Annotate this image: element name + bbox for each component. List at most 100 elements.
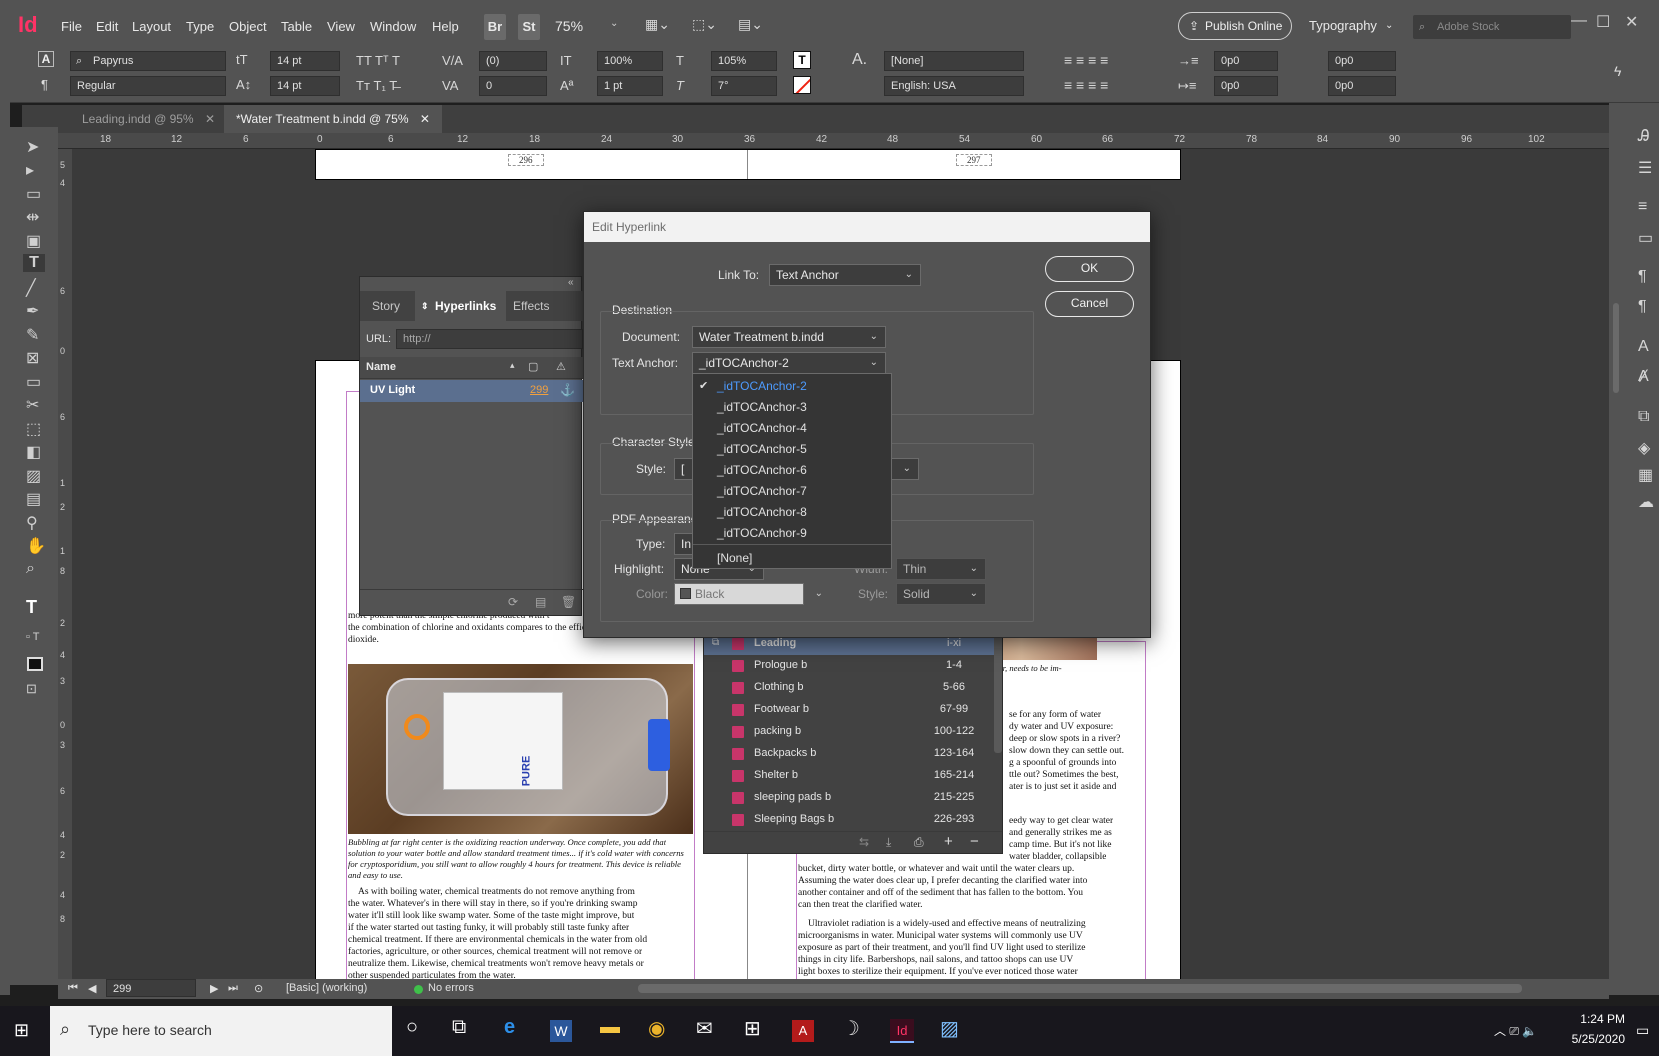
dropdown-item[interactable]: _idTOCAnchor-4 <box>717 421 807 435</box>
menu-type[interactable]: Type <box>186 19 214 34</box>
selection-tool-icon[interactable]: ➤ <box>26 137 39 157</box>
page-tool-icon[interactable]: ▭ <box>26 184 41 204</box>
first-page-icon[interactable]: ⏮ <box>68 982 78 995</box>
horizontal-scrollbar[interactable] <box>638 984 1522 993</box>
view-options-icon[interactable]: ⬚⌄ <box>692 16 717 33</box>
mail-icon[interactable]: ✉ <box>696 1016 713 1041</box>
screen-mode-icon[interactable]: ⊡ <box>26 681 37 697</box>
hyperlink-page[interactable]: 299 <box>530 384 548 396</box>
refresh-icon[interactable]: ⟳ <box>508 595 518 609</box>
word-icon[interactable]: W <box>550 1020 572 1042</box>
fill-stroke-icon[interactable]: T <box>26 597 37 618</box>
border-style-select[interactable]: Solid ⌄ <box>896 583 986 605</box>
adobe-stock-search[interactable]: ⌕ Adobe Stock <box>1413 15 1571 39</box>
bridge-button[interactable]: Br <box>484 14 506 40</box>
paragraph-mode-icon[interactable]: ¶ <box>41 77 48 92</box>
task-view-icon[interactable]: ⧉ <box>452 1016 466 1039</box>
document-select[interactable]: Water Treatment b.indd ⌄ <box>692 326 886 348</box>
character-style-field[interactable]: [None] <box>884 51 1024 71</box>
tab-leading[interactable]: Leading.indd @ 95% ✕ <box>70 105 227 133</box>
book-row[interactable]: Backpacks b 123-164 <box>704 743 994 765</box>
scrollbar-thumb[interactable] <box>994 633 1002 753</box>
line-tool-icon[interactable]: ╱ <box>26 278 36 298</box>
preflight-profile[interactable]: [Basic] (working) <box>286 982 367 994</box>
indesign-taskbar-icon[interactable]: Id <box>890 1019 914 1043</box>
font-family-field[interactable]: ⌕ Papyrus <box>70 51 226 71</box>
stroke-none-icon[interactable] <box>793 76 811 94</box>
direct-selection-icon[interactable]: ▸ <box>26 160 34 180</box>
scissors-icon[interactable]: ✂ <box>26 395 39 415</box>
book-row[interactable]: Clothing b 5-66 <box>704 677 994 699</box>
trash-icon[interactable]: 🗑 <box>561 595 576 609</box>
menu-help[interactable]: Help <box>432 19 459 34</box>
zoom-level[interactable]: 75% <box>555 18 583 34</box>
eyedropper-icon[interactable]: ⚲ <box>26 513 38 533</box>
url-input[interactable]: http:// <box>396 329 583 349</box>
cortana-icon[interactable]: ○ <box>406 1016 418 1039</box>
stock-button[interactable]: St <box>518 14 540 40</box>
paragraph-icon[interactable]: ¶ <box>1638 268 1647 286</box>
tray-icons[interactable]: ︿ ⎚ 🔈 <box>1494 1022 1537 1039</box>
store-icon[interactable]: ⊞ <box>744 1016 761 1041</box>
book-row[interactable]: Prologue b 1-4 <box>704 655 994 677</box>
chrome-icon[interactable]: ◉ <box>648 1016 665 1041</box>
new-hyperlink-icon[interactable]: ▤ <box>535 595 546 609</box>
dropdown-item[interactable]: _idTOCAnchor-8 <box>717 505 807 519</box>
hyperlink-row[interactable]: UV Light 299 ⚓ <box>360 380 583 402</box>
collapse-icon[interactable]: « <box>568 277 574 288</box>
tab-water-treatment[interactable]: *Water Treatment b.indd @ 75% ✕ <box>224 105 442 133</box>
left-indent-field[interactable]: 0p0 <box>1214 51 1278 71</box>
scrollbar-thumb[interactable] <box>1613 303 1619 393</box>
quick-apply-icon[interactable]: ϟ <box>1614 63 1621 79</box>
skew-field[interactable]: 7° <box>711 76 777 96</box>
workspace-switcher[interactable]: Typography ⌄ <box>1309 18 1393 33</box>
gradient-feather-icon[interactable]: ▨ <box>26 466 41 486</box>
menu-icon[interactable]: ≡ <box>1638 198 1647 216</box>
windows-start-icon[interactable]: ⊞ <box>14 1020 29 1041</box>
pencil-tool-icon[interactable]: ✎ <box>26 325 39 345</box>
sort-icon[interactable]: ▴ <box>510 360 515 371</box>
glyphs-icon[interactable]: ¶ <box>1638 298 1647 316</box>
links-icon[interactable]: ▦ <box>1638 465 1653 485</box>
horizontal-scale-field[interactable]: 105% <box>711 51 777 71</box>
all-caps-icon[interactable]: TT Tᵀ T <box>356 53 400 68</box>
free-transform-icon[interactable]: ⬚ <box>26 419 41 439</box>
gradient-swatch-icon[interactable]: ◧ <box>26 442 41 462</box>
dropdown-item[interactable]: _idTOCAnchor-9 <box>717 526 807 540</box>
tab-story[interactable]: Story <box>362 291 410 321</box>
rectangle-frame-icon[interactable]: ⊠ <box>26 348 39 368</box>
preflight-errors[interactable]: No errors <box>428 982 474 994</box>
maximize-icon[interactable]: ☐ <box>1596 12 1610 32</box>
space-after-field[interactable]: 0p0 <box>1328 76 1396 96</box>
minimize-icon[interactable]: — <box>1571 12 1587 30</box>
font-size-field[interactable]: 14 pt <box>270 51 340 71</box>
taskbar-search[interactable]: ⌕ Type here to search <box>50 1006 392 1056</box>
book-row[interactable]: Sleeping Bags b 226-293 <box>704 809 994 831</box>
menu-object[interactable]: Object <box>229 19 267 34</box>
cancel-button[interactable]: Cancel <box>1045 291 1134 317</box>
close-icon[interactable]: ✕ <box>205 112 215 126</box>
dropdown-item[interactable]: [None] <box>717 551 752 565</box>
text-anchor-select[interactable]: _idTOCAnchor-2 ⌄ <box>692 352 886 374</box>
preflight-options-icon[interactable]: ⊙ <box>254 982 263 995</box>
remove-document-icon[interactable]: − <box>970 833 979 850</box>
menu-window[interactable]: Window <box>370 19 416 34</box>
rectangle-tool-icon[interactable]: ▭ <box>26 372 41 392</box>
print-book-icon[interactable]: ⎙ <box>914 835 924 850</box>
text-fill-icon[interactable]: T <box>793 51 811 69</box>
add-document-icon[interactable]: + <box>944 833 953 850</box>
tracking-field[interactable]: 0 <box>479 76 547 96</box>
align-buttons-icon[interactable]: ≡ ≡ ≡ ≡ <box>1064 52 1108 68</box>
menu-file[interactable]: File <box>61 19 82 34</box>
notifications-icon[interactable]: ▭ <box>1636 1022 1649 1039</box>
book-row[interactable]: Shelter b 165-214 <box>704 765 994 787</box>
leading-field[interactable]: 14 pt <box>270 76 340 96</box>
book-row[interactable]: sleeping pads b 215-225 <box>704 787 994 809</box>
color-select[interactable]: Black ⌄ <box>674 583 823 605</box>
space-before-field[interactable]: 0p0 <box>1328 51 1396 71</box>
content-collector-icon[interactable]: ▣ <box>26 231 41 251</box>
acrobat-icon[interactable]: A <box>792 1020 814 1042</box>
character-mode-icon[interactable]: A <box>38 51 54 67</box>
kerning-field[interactable]: (0) <box>479 51 547 71</box>
save-book-icon[interactable]: ⤓ <box>886 835 891 850</box>
